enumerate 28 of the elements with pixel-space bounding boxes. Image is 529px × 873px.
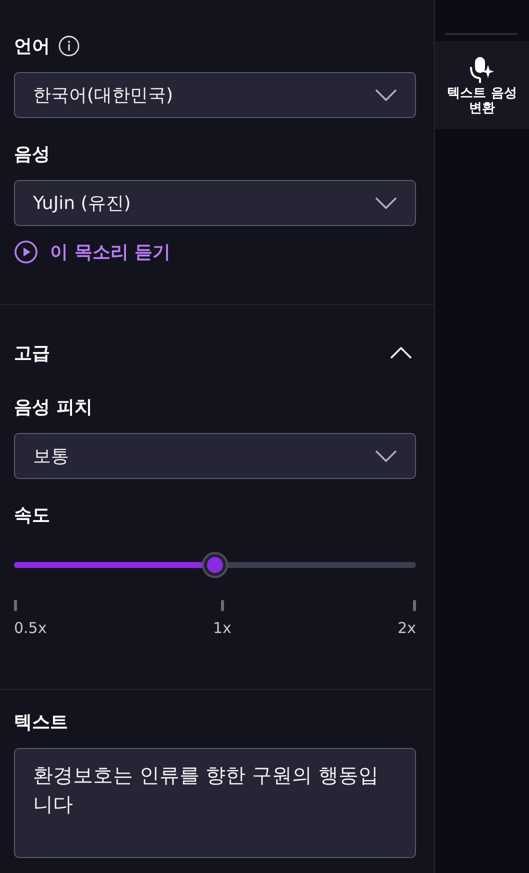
slider-thumb[interactable]: [202, 552, 228, 578]
listen-voice-link[interactable]: 이 목소리 듣기: [14, 240, 171, 264]
pitch-label: 음성 피치: [14, 396, 92, 419]
tick-mark: [14, 600, 17, 611]
tick-label: 1x: [212, 619, 232, 637]
tick-label: 0.5x: [14, 619, 47, 637]
chevron-up-icon: [390, 347, 412, 359]
language-dropdown[interactable]: 한국어(대한민국): [14, 72, 416, 118]
tick-mark: [412, 600, 416, 611]
text-label: 텍스트: [14, 711, 68, 734]
info-icon[interactable]: [58, 35, 80, 57]
speed-slider[interactable]: [14, 552, 416, 578]
microphone-sparkle-icon: [468, 55, 496, 85]
chevron-down-icon: [375, 450, 397, 462]
tick-label: 2x: [398, 619, 416, 637]
language-label: 언어: [14, 35, 50, 58]
chevron-down-icon: [375, 197, 397, 209]
tick-mark: [220, 600, 224, 611]
play-icon: [14, 240, 38, 264]
text-input-field[interactable]: 환경보호는 인류를 향한 구원의 행동입니다: [14, 748, 416, 858]
advanced-title: 고급: [14, 342, 50, 365]
pitch-dropdown[interactable]: 보통: [14, 433, 416, 479]
collapse-toggle[interactable]: [390, 347, 412, 359]
chevron-down-icon: [375, 89, 397, 101]
speed-label: 속도: [14, 504, 50, 527]
sidebar-item[interactable]: 텍스트 음성 변환: [435, 41, 529, 129]
voice-dropdown[interactable]: YuJin (유진): [14, 180, 416, 226]
voice-label: 음성: [14, 143, 50, 166]
